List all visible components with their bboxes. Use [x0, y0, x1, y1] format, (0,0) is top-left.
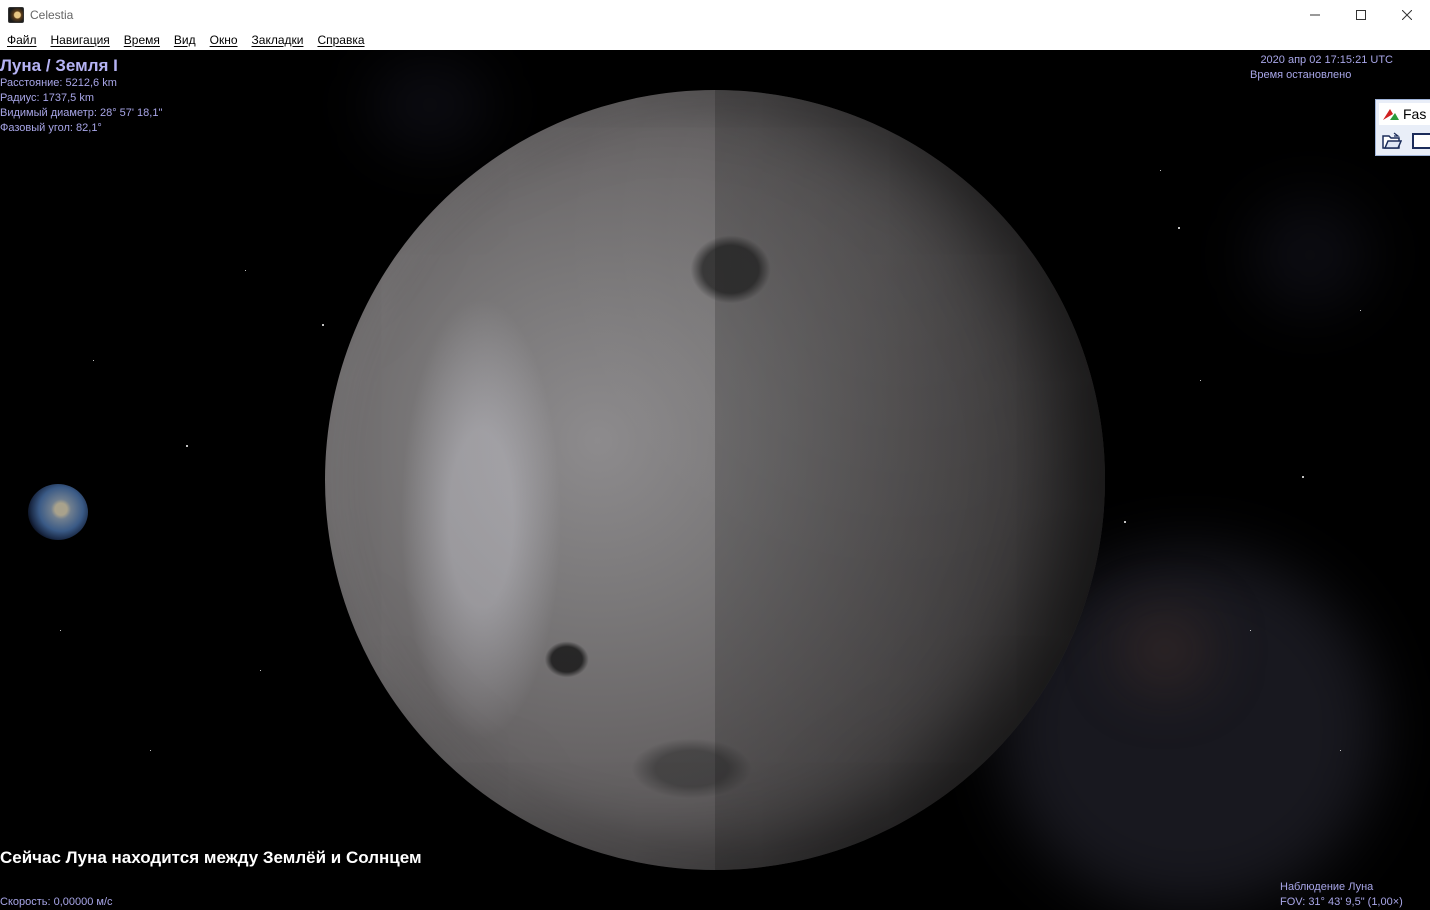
distance-readout: Расстояние: 5212,6 km	[0, 77, 117, 89]
menu-bookmarks[interactable]: Закладки	[245, 33, 311, 47]
menu-help[interactable]: Справка	[310, 33, 371, 47]
menu-navigation[interactable]: Навигация	[44, 33, 117, 47]
star	[322, 324, 324, 326]
menu-bar: Файл Навигация Время Вид Окно Закладки С…	[0, 29, 1430, 51]
menu-file[interactable]: Файл	[0, 33, 44, 47]
nebula-glow	[370, 60, 490, 150]
tool-window-label: Fas	[1403, 106, 1427, 122]
moon-sphere[interactable]	[325, 90, 1105, 870]
star	[1124, 521, 1126, 523]
star	[186, 445, 188, 447]
maximize-button[interactable]	[1338, 0, 1384, 29]
close-icon	[1402, 9, 1412, 20]
minimize-button[interactable]	[1292, 0, 1338, 29]
star	[150, 750, 151, 751]
star	[1250, 630, 1251, 631]
maximize-icon	[1356, 9, 1366, 20]
menu-view[interactable]: Вид	[167, 33, 203, 47]
star	[1302, 476, 1304, 478]
tool-window-tab[interactable]: Fas	[1379, 103, 1430, 125]
title-bar: Celestia	[0, 0, 1430, 29]
tracking-readout: Наблюдение Луна	[1280, 881, 1374, 893]
space-viewport[interactable]	[0, 50, 1430, 910]
close-button[interactable]	[1384, 0, 1430, 29]
star	[60, 630, 61, 631]
speed-readout: Скорость: 0,00000 м/с	[0, 896, 113, 908]
nebula-glow	[1120, 610, 1210, 690]
star	[1160, 170, 1161, 171]
star	[1178, 227, 1180, 229]
open-folder-icon[interactable]	[1382, 132, 1402, 150]
earth-sphere[interactable]	[28, 484, 88, 540]
phase-angle-readout: Фазовый угол: 82,1°	[0, 122, 102, 134]
datetime-readout: 2020 апр 02 17:15:21 UTC	[1260, 54, 1393, 66]
star	[245, 270, 246, 271]
floating-tool-window[interactable]: Fas	[1375, 99, 1430, 156]
star	[1360, 310, 1361, 311]
window-title: Celestia	[30, 7, 74, 22]
fov-readout: FOV: 31° 43' 9,5" (1,00×)	[1280, 896, 1403, 908]
star	[1200, 380, 1201, 381]
app-logo-icon	[1383, 109, 1399, 120]
star	[260, 670, 261, 671]
time-status: Время остановлено	[1250, 69, 1352, 81]
star	[93, 360, 94, 361]
star	[1340, 750, 1341, 751]
selected-object-name: Луна / Земля I	[0, 56, 118, 75]
minimize-icon	[1310, 14, 1320, 15]
menu-time[interactable]: Время	[117, 33, 167, 47]
flash-message: Сейчас Луна находится между Землёй и Сол…	[0, 848, 422, 867]
menu-window[interactable]: Окно	[203, 33, 245, 47]
window-controls	[1292, 0, 1430, 29]
apparent-diameter-readout: Видимый диаметр: 28° 57' 18,1"	[0, 107, 163, 119]
nebula-glow	[1250, 200, 1370, 310]
window-icon[interactable]	[1412, 133, 1430, 149]
celestia-app-icon[interactable]	[8, 6, 24, 23]
radius-readout: Радиус: 1737,5 km	[0, 92, 95, 104]
